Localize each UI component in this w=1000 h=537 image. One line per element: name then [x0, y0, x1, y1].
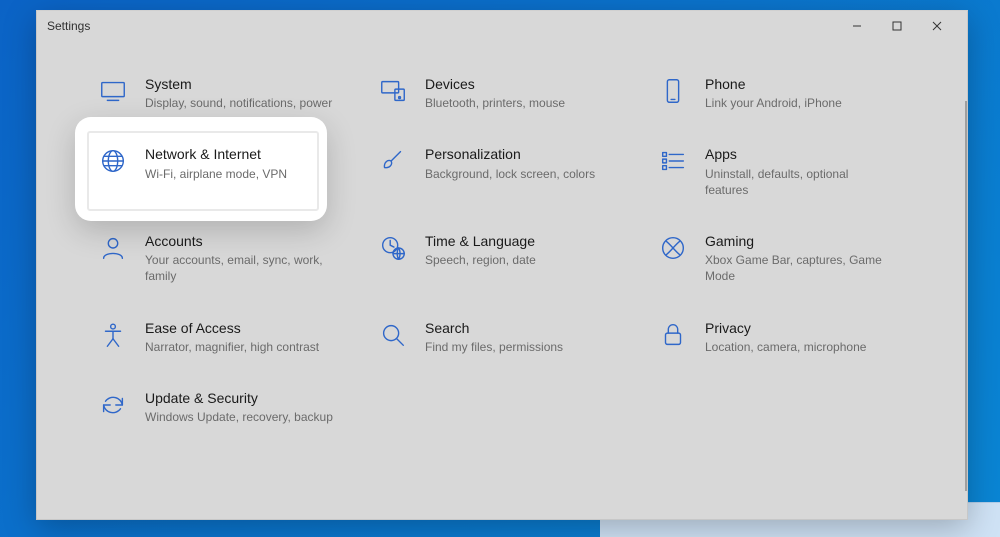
tile-title: Devices	[425, 75, 637, 93]
grid-empty	[377, 389, 637, 425]
tile-title: Ease of Access	[145, 319, 357, 337]
tile-desc: Location, camera, microphone	[705, 339, 895, 355]
tile-privacy[interactable]: Privacy Location, camera, microphone	[657, 319, 917, 355]
titlebar: Settings	[37, 11, 967, 41]
tile-ease-of-access[interactable]: Ease of Access Narrator, magnifier, high…	[97, 319, 357, 355]
globe-icon	[97, 145, 129, 177]
tile-title: Phone	[705, 75, 917, 93]
tile-network-highlight: Network & Internet Wi-Fi, airplane mode,…	[97, 145, 357, 198]
clock-globe-icon	[377, 232, 409, 264]
window-title: Settings	[47, 19, 90, 33]
accessibility-icon	[97, 319, 129, 351]
maximize-button[interactable]	[877, 11, 917, 41]
tile-search[interactable]: Search Find my files, permissions	[377, 319, 637, 355]
tile-accounts[interactable]: Accounts Your accounts, email, sync, wor…	[97, 232, 357, 285]
tile-title: Accounts	[145, 232, 357, 250]
xbox-icon	[657, 232, 689, 264]
devices-icon	[377, 75, 409, 107]
tile-title: Personalization	[425, 145, 637, 163]
tile-update-security[interactable]: Update & Security Windows Update, recove…	[97, 389, 357, 425]
lock-icon	[657, 319, 689, 351]
tile-gaming[interactable]: Gaming Xbox Game Bar, captures, Game Mod…	[657, 232, 917, 285]
tile-desc: Wi-Fi, airplane mode, VPN	[145, 166, 335, 182]
tile-desc: Bluetooth, printers, mouse	[425, 95, 615, 111]
tile-desc: Uninstall, defaults, optional features	[705, 166, 895, 198]
display-icon	[97, 75, 129, 107]
tile-apps[interactable]: Apps Uninstall, defaults, optional featu…	[657, 145, 917, 198]
tile-title: Gaming	[705, 232, 917, 250]
minimize-button[interactable]	[837, 11, 877, 41]
tile-title: Search	[425, 319, 637, 337]
tile-desc: Background, lock screen, colors	[425, 166, 615, 182]
scrollbar[interactable]	[965, 101, 967, 491]
tile-title: Apps	[705, 145, 917, 163]
tile-desc: Xbox Game Bar, captures, Game Mode	[705, 252, 895, 284]
tile-desc: Display, sound, notifications, power	[145, 95, 335, 111]
tile-desc: Find my files, permissions	[425, 339, 615, 355]
grid-empty	[657, 389, 917, 425]
settings-window: Settings System Display, sound, notifica…	[36, 10, 968, 520]
tile-phone[interactable]: Phone Link your Android, iPhone	[657, 75, 917, 111]
close-icon	[932, 21, 942, 31]
tile-title: Network & Internet	[145, 145, 357, 163]
settings-content: System Display, sound, notifications, po…	[37, 41, 967, 519]
search-icon	[377, 319, 409, 351]
tile-desc: Your accounts, email, sync, work, family	[145, 252, 335, 284]
phone-icon	[657, 75, 689, 107]
tile-system[interactable]: System Display, sound, notifications, po…	[97, 75, 357, 111]
tile-time-language[interactable]: Time & Language Speech, region, date	[377, 232, 637, 285]
tile-devices[interactable]: Devices Bluetooth, printers, mouse	[377, 75, 637, 111]
paintbrush-icon	[377, 145, 409, 177]
maximize-icon	[892, 21, 902, 31]
close-button[interactable]	[917, 11, 957, 41]
tile-desc: Narrator, magnifier, high contrast	[145, 339, 335, 355]
tile-title: System	[145, 75, 357, 93]
tile-personalization[interactable]: Personalization Background, lock screen,…	[377, 145, 637, 198]
tile-title: Time & Language	[425, 232, 637, 250]
tile-title: Privacy	[705, 319, 917, 337]
minimize-icon	[852, 21, 862, 31]
update-icon	[97, 389, 129, 421]
settings-grid: System Display, sound, notifications, po…	[37, 41, 967, 445]
tile-desc: Speech, region, date	[425, 252, 615, 268]
tile-desc: Windows Update, recovery, backup	[145, 409, 335, 425]
tile-network[interactable]: Network & Internet Wi-Fi, airplane mode,…	[97, 145, 357, 181]
person-icon	[97, 232, 129, 264]
apps-list-icon	[657, 145, 689, 177]
tile-title: Update & Security	[145, 389, 357, 407]
tile-desc: Link your Android, iPhone	[705, 95, 895, 111]
